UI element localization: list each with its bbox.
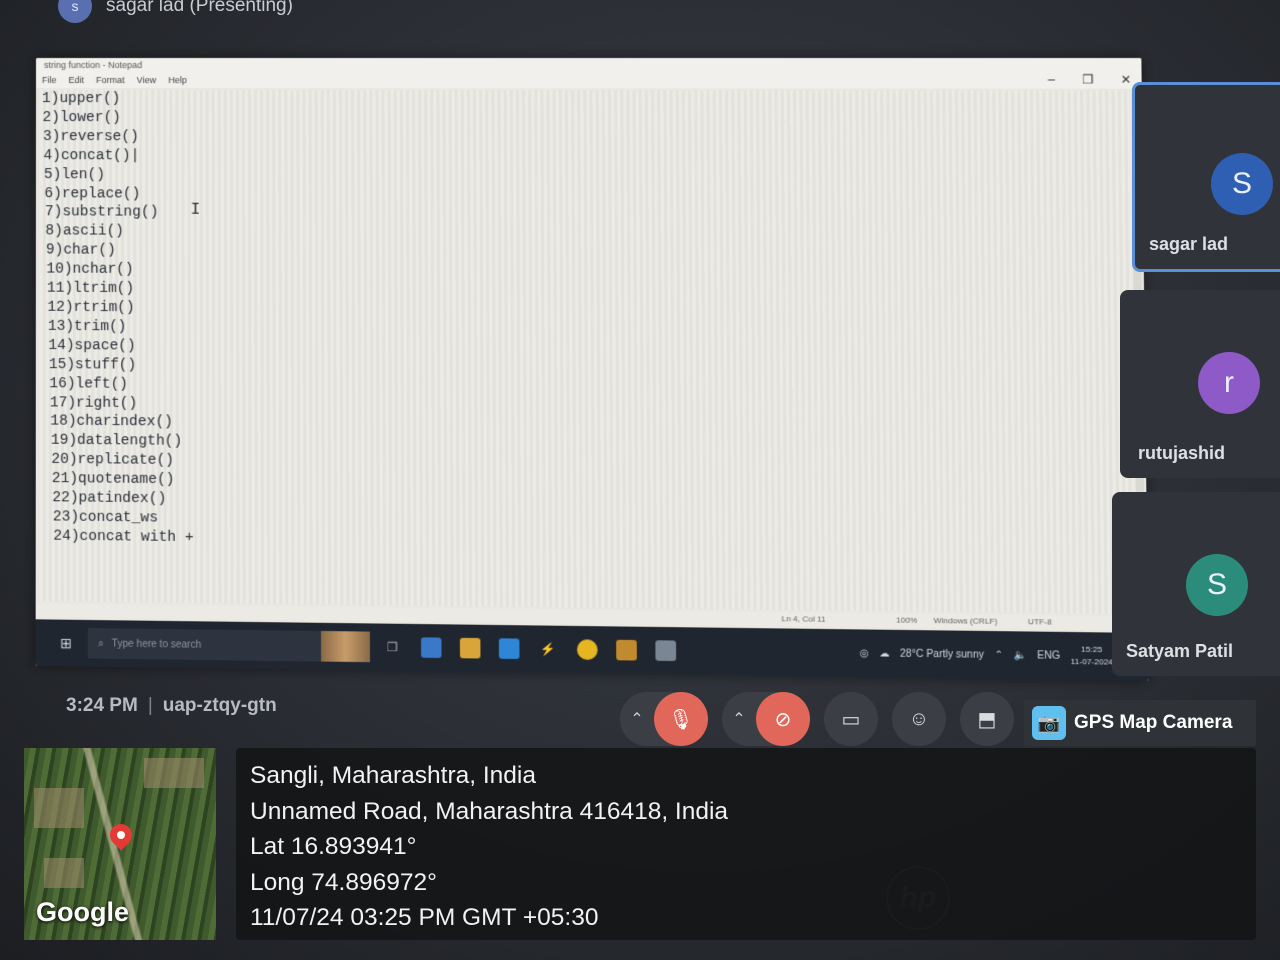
taskbar-apps: ❐ ⚡: [382, 637, 676, 661]
location-address: Unnamed Road, Maharashtra 416418, India: [250, 794, 1242, 830]
meeting-info: 3:24 PM | uap-ztqy-gtn: [66, 695, 277, 717]
notepad-line: 2)lower(): [42, 109, 1130, 130]
meeting-time: 3:24 PM: [66, 695, 138, 717]
close-icon[interactable]: ✕: [1121, 72, 1132, 86]
meeting-code: uap-ztqy-gtn: [163, 695, 277, 717]
maximize-icon[interactable]: ❐: [1082, 72, 1093, 86]
chevron-up-icon[interactable]: ⌃: [722, 709, 756, 729]
mic-off-button[interactable]: 🎙︎: [654, 692, 708, 746]
widget-icon[interactable]: ◎: [860, 647, 869, 658]
weather-icon: ☁: [879, 648, 890, 659]
camera-off-button[interactable]: ⊘: [756, 692, 810, 746]
notepad-lines: 1)upper() 2)lower() 3)reverse() 4)concat()|…: [40, 90, 1135, 558]
notepad-taskbar-icon[interactable]: [655, 640, 676, 661]
notepad-text-area[interactable]: 1)upper() 2)lower() 3)reverse() 4)concat()|…: [40, 90, 1135, 614]
text-cursor-icon: I: [191, 201, 201, 220]
presenter-banner: s sagar lad (Presenting): [58, 0, 293, 26]
volume-icon[interactable]: 🔈: [1014, 649, 1027, 661]
meeting-separator: |: [148, 695, 153, 717]
emoji-icon: ☺: [909, 708, 929, 731]
present-button[interactable]: ⬒: [960, 692, 1014, 746]
participant-tile-rutujashid[interactable]: r rutujashid: [1120, 290, 1280, 478]
location-timestamp: 11/07/24 03:25 PM GMT +05:30: [250, 900, 1242, 936]
presenter-label: sagar lad (Presenting): [106, 0, 293, 17]
participant-avatar: r: [1198, 352, 1260, 414]
bolt-app-icon[interactable]: ⚡: [538, 639, 559, 660]
location-longitude: Long 74.896972°: [250, 865, 1242, 901]
participant-tile-satyam-patil[interactable]: S Satyam Patil: [1112, 492, 1280, 676]
vscode-icon[interactable]: [499, 638, 520, 659]
gps-app-name: GPS Map Camera: [1074, 712, 1232, 734]
store-icon[interactable]: [421, 637, 442, 658]
notepad-line: 3)reverse(): [42, 128, 1130, 149]
mic-off-icon: 🎙︎: [668, 707, 693, 732]
meeting-controls: ⌃ 🎙︎ ⌃ ⊘ ▭ ☺ ⬒: [620, 692, 1014, 746]
gps-camera-logo-icon: 📷: [1032, 706, 1066, 740]
captions-button[interactable]: ▭: [824, 692, 878, 746]
language-indicator[interactable]: ENG: [1037, 650, 1060, 662]
avatar-letter: r: [1224, 366, 1234, 400]
app-icon[interactable]: [616, 640, 637, 661]
participant-name: rutujashid: [1138, 443, 1225, 464]
avatar-letter: S: [1232, 167, 1252, 201]
notepad-line: 4)concat()|: [42, 147, 1130, 169]
notepad-title-bar: string function - Notepad: [36, 58, 1142, 74]
camera-control-group: ⌃ ⊘: [722, 692, 810, 746]
taskbar-clock[interactable]: 15:25 11-07-2024: [1070, 643, 1113, 668]
captions-icon: ▭: [842, 707, 861, 732]
google-logo: Google: [36, 897, 129, 928]
gps-app-badge: 📷 GPS Map Camera: [1024, 700, 1256, 746]
chevron-up-icon[interactable]: ⌃: [620, 709, 654, 729]
search-icon: ⌕: [98, 638, 104, 649]
status-encoding: UTF-8: [1028, 617, 1052, 627]
status-eol: Windows (CRLF): [934, 616, 998, 626]
location-pin-icon: [105, 819, 136, 850]
avatar-letter: S: [1207, 568, 1227, 602]
minimize-icon[interactable]: –: [1048, 72, 1055, 86]
notepad-menu-bar: File Edit Format View Help: [36, 74, 1142, 89]
map-field: [144, 758, 204, 788]
location-latitude: Lat 16.893941°: [250, 829, 1242, 865]
notepad-title: string function - Notepad: [44, 60, 142, 70]
participant-avatar: S: [1186, 554, 1248, 616]
map-thumbnail: Google: [24, 748, 216, 940]
clock-time: 15:25: [1070, 643, 1113, 656]
present-screen-icon: ⬒: [978, 707, 997, 732]
participant-name: sagar lad: [1149, 234, 1228, 255]
map-field: [44, 858, 84, 888]
status-zoom: 100%: [896, 615, 917, 625]
chrome-icon[interactable]: [577, 639, 598, 660]
weather-text[interactable]: 28°C Partly sunny: [900, 648, 984, 660]
map-field: [34, 788, 84, 828]
task-view-icon[interactable]: ❐: [382, 637, 402, 658]
taskbar-search-placeholder: Type here to search: [112, 638, 201, 650]
location-city: Sangli, Maharashtra, India: [250, 758, 1242, 794]
menu-format[interactable]: Format: [96, 75, 125, 87]
search-highlight-image: [321, 631, 370, 662]
menu-edit[interactable]: Edit: [69, 75, 85, 87]
clock-date: 11-07-2024: [1071, 656, 1114, 669]
participant-tile-sagar-lad[interactable]: S sagar lad: [1132, 82, 1280, 272]
windows-start-icon[interactable]: ⊞: [52, 629, 80, 658]
menu-help[interactable]: Help: [168, 75, 187, 87]
notepad-window: string function - Notepad – ❐ ✕ File Edi…: [36, 58, 1149, 681]
notepad-line: 1)upper(): [42, 90, 1129, 110]
gps-location-card: Sangli, Maharashtra, India Unnamed Road,…: [236, 748, 1256, 940]
camera-off-icon: ⊘: [775, 707, 792, 732]
tray-expand-icon[interactable]: ⌃: [994, 649, 1003, 660]
system-tray: ◎ ☁ 28°C Partly sunny ⌃ 🔈 ENG 15:25 11-0…: [860, 641, 1134, 669]
participant-avatar: S: [1211, 153, 1273, 215]
menu-view[interactable]: View: [137, 75, 156, 87]
mic-control-group: ⌃ 🎙︎: [620, 692, 708, 746]
status-position: Ln 4, Col 11: [782, 614, 826, 624]
menu-file[interactable]: File: [42, 75, 57, 87]
reactions-button[interactable]: ☺: [892, 692, 946, 746]
participant-name: Satyam Patil: [1126, 641, 1233, 662]
presenter-avatar: s: [58, 0, 92, 23]
window-controls: – ❐ ✕: [1048, 72, 1131, 86]
taskbar-search-box[interactable]: ⌕ Type here to search: [88, 628, 321, 661]
file-explorer-icon[interactable]: [460, 638, 481, 659]
